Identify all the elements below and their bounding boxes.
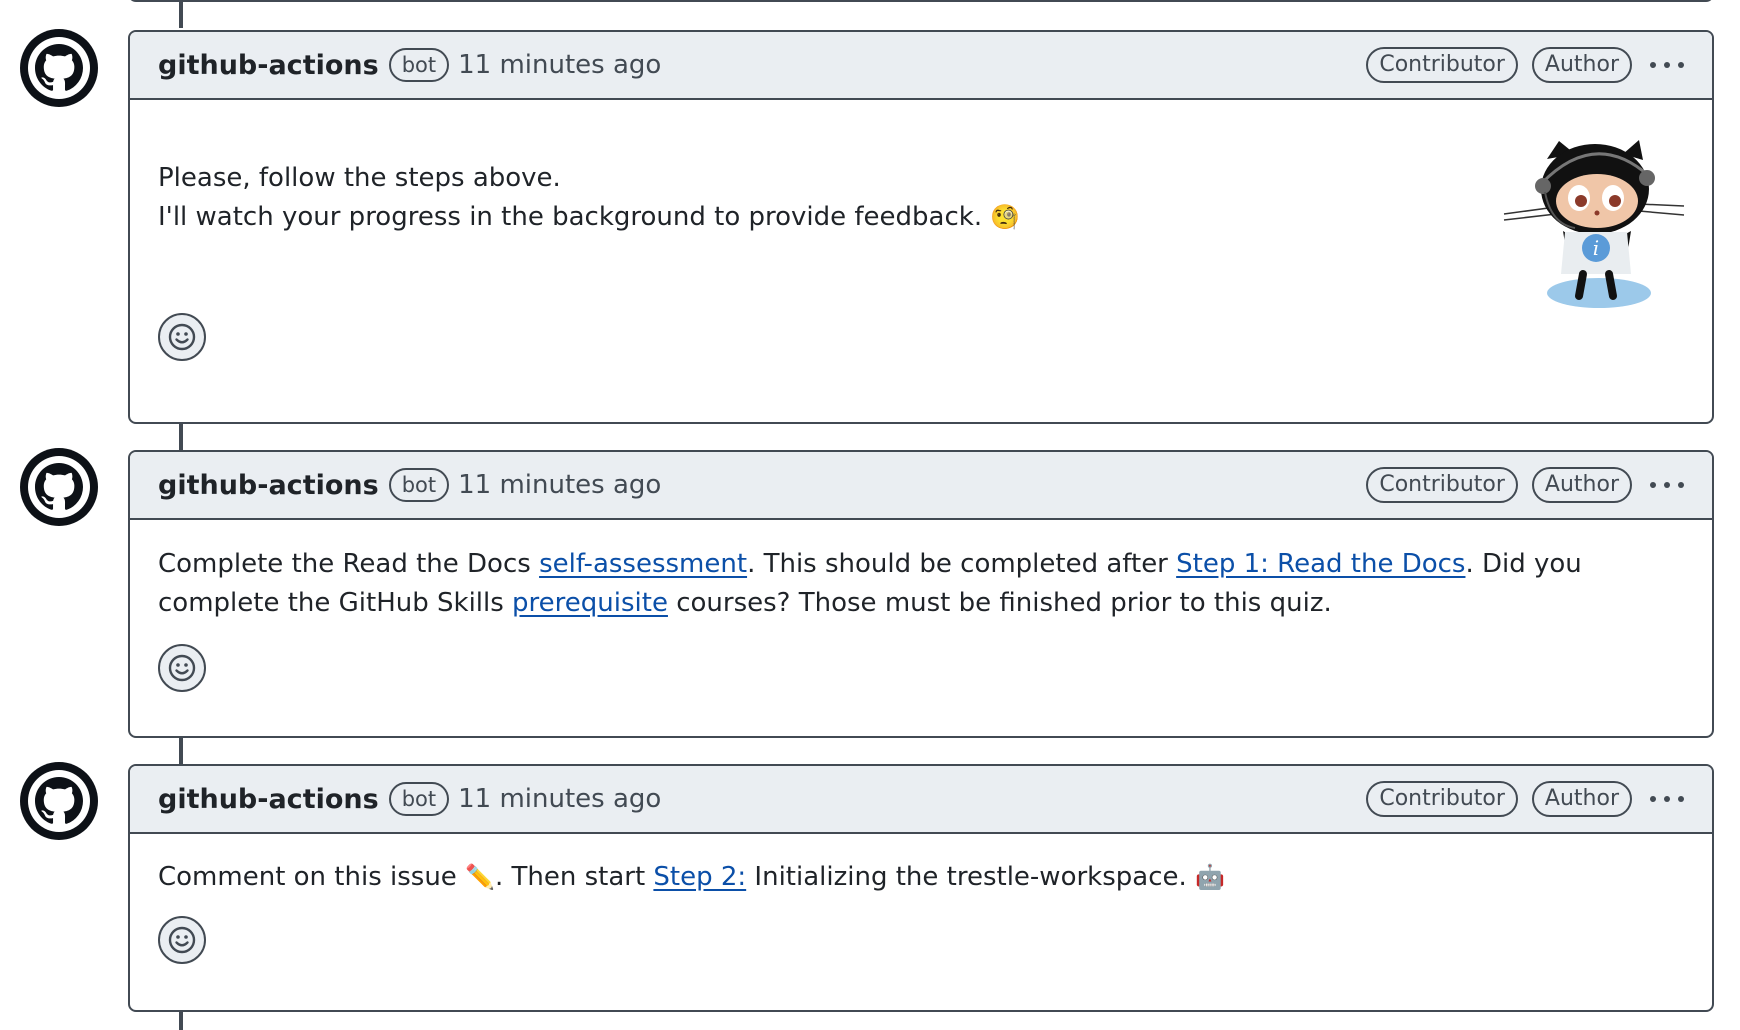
avatar[interactable] (20, 29, 98, 107)
previous-comment-edge (128, 0, 1714, 2)
timeline-line (179, 737, 183, 767)
github-octocat-icon (35, 777, 83, 824)
bot-badge: bot (388, 48, 450, 82)
author-name[interactable]: github-actions (158, 50, 379, 81)
comment-text-line: I'll watch your progress in the backgrou… (158, 202, 1021, 232)
timestamp[interactable]: 11 minutes ago (458, 50, 661, 80)
contributor-badge: Contributor (1366, 781, 1518, 817)
author-name[interactable]: github-actions (158, 470, 379, 501)
self-assessment-link[interactable]: self-assessment (539, 549, 747, 579)
kebab-horizontal-icon[interactable] (1650, 475, 1684, 495)
add-reaction-button[interactable] (158, 644, 206, 692)
pencil-emoji: ✏️ (465, 863, 495, 891)
add-reaction-button[interactable] (158, 313, 206, 361)
prerequisite-link[interactable]: prerequisite (512, 588, 668, 618)
author-name[interactable]: github-actions (158, 784, 379, 815)
comment-card: github-actions bot 11 minutes ago Contri… (128, 450, 1714, 738)
contributor-badge: Contributor (1366, 47, 1518, 83)
comment-body: Complete the Read the Docs self-assessme… (130, 520, 1712, 734)
comment-card: github-actions bot 11 minutes ago Contri… (128, 30, 1714, 424)
smiley-icon (168, 926, 196, 954)
comment-text: Complete the Read the Docs self-assessme… (158, 549, 1582, 618)
github-octocat-icon (35, 44, 83, 91)
svg-text:i: i (1593, 236, 1599, 260)
timestamp[interactable]: 11 minutes ago (458, 470, 661, 500)
timeline-line (179, 1010, 183, 1030)
kebab-horizontal-icon[interactable] (1650, 55, 1684, 75)
comment-header: github-actions bot 11 minutes ago Contri… (130, 32, 1712, 100)
avatar[interactable] (20, 448, 98, 526)
comment-card: github-actions bot 11 minutes ago Contri… (128, 764, 1714, 1012)
author-badge: Author (1531, 47, 1632, 83)
timeline-line (179, 423, 183, 453)
step-2-link[interactable]: Step 2: (653, 862, 746, 892)
comment-text: Comment on this issue ✏️. Then start Ste… (158, 862, 1225, 892)
smiley-icon (168, 654, 196, 682)
author-badge: Author (1531, 781, 1632, 817)
comment-header: github-actions bot 11 minutes ago Contri… (130, 766, 1712, 834)
contributor-badge: Contributor (1366, 467, 1518, 503)
comment-body: Comment on this issue ✏️. Then start Ste… (130, 834, 1712, 1008)
github-octocat-icon (35, 463, 83, 510)
comment-header: github-actions bot 11 minutes ago Contri… (130, 452, 1712, 520)
comment-text-line: Please, follow the steps above. (158, 163, 561, 193)
timestamp[interactable]: 11 minutes ago (458, 784, 661, 814)
bot-badge: bot (388, 782, 450, 816)
comment-body: Please, follow the steps above. I'll wat… (130, 100, 1712, 420)
step-1-link[interactable]: Step 1: Read the Docs (1176, 549, 1465, 579)
monocle-face-emoji: 🧐 (990, 203, 1021, 231)
author-badge: Author (1531, 467, 1632, 503)
avatar[interactable] (20, 762, 98, 840)
timeline-line (179, 0, 183, 28)
octocat-info-icon: i (1501, 136, 1686, 311)
add-reaction-button[interactable] (158, 916, 206, 964)
bot-badge: bot (388, 468, 450, 502)
smiley-icon (168, 323, 196, 351)
kebab-horizontal-icon[interactable] (1650, 789, 1684, 809)
robot-emoji: 🤖 (1195, 863, 1225, 891)
